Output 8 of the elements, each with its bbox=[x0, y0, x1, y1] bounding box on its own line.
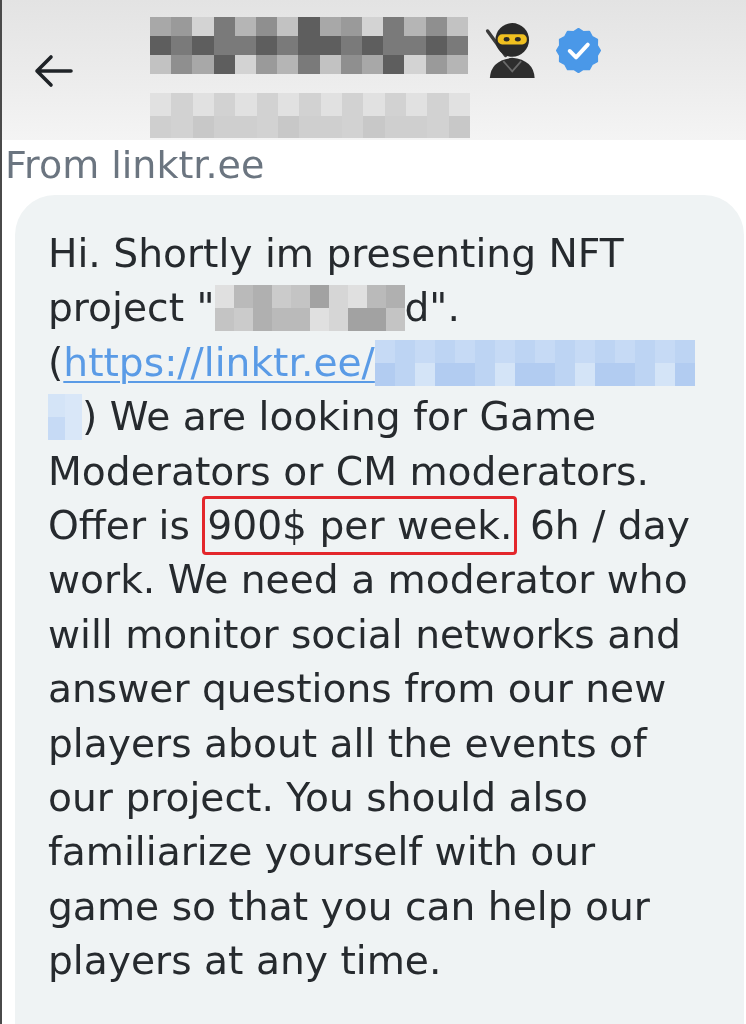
source-label: From linktr.ee bbox=[4, 142, 266, 189]
ninja-icon bbox=[485, 22, 535, 78]
back-arrow-icon bbox=[33, 54, 73, 88]
url-link[interactable]: https://linktr.ee/ bbox=[63, 339, 375, 385]
pixelated-redaction bbox=[48, 394, 82, 441]
message-text: Hi. Shortly im presenting NFT project " d". (https://linktr.ee/ ) We are looking for Game Moderators or CM moderators. Offer is 900$ per week. 6h / day work. We need a moderator who will monitor social networks and answer questions from our new players about all the events of our project. You should also familiarize yourself with our game so that you can help our players at any time. bbox=[48, 227, 713, 989]
back-button[interactable] bbox=[33, 54, 73, 88]
highlight-frame: 900$ per week. bbox=[202, 496, 518, 556]
